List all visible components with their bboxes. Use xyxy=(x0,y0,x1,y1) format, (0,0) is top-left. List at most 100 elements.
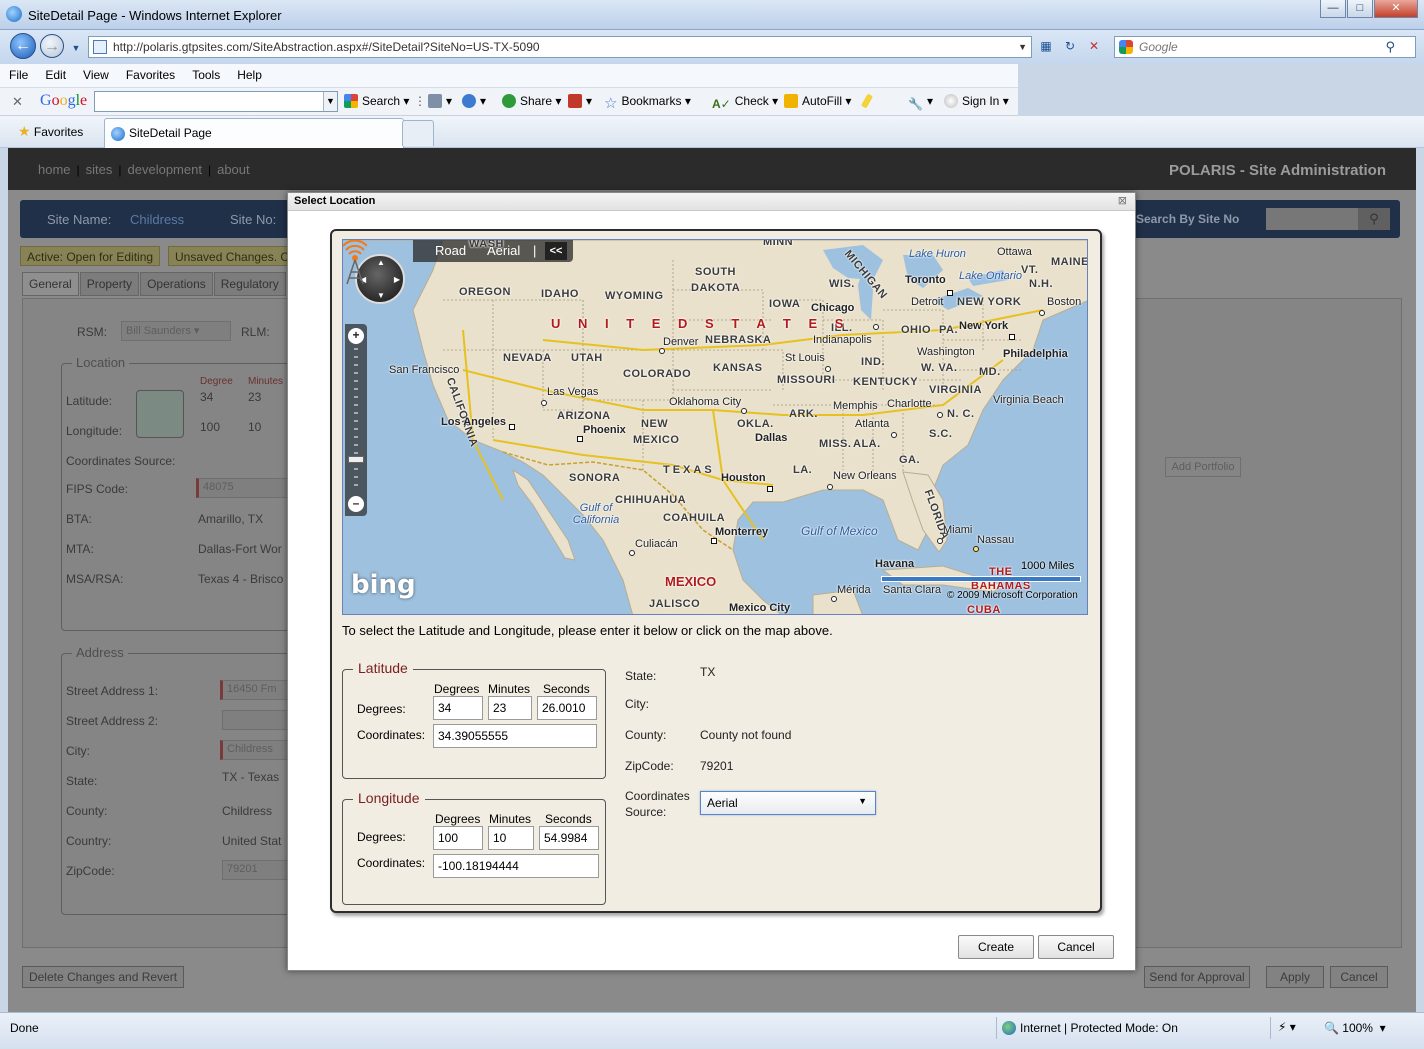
latitude-label: Latitude: xyxy=(66,394,113,408)
back-button[interactable]: ← xyxy=(10,33,36,59)
lon-minutes-input[interactable]: 10 xyxy=(488,826,534,850)
map-toggle-separator: | xyxy=(533,243,537,258)
lat-seconds-input[interactable]: 26.0010 xyxy=(537,696,597,720)
tab-general[interactable]: General xyxy=(22,272,79,296)
zoom-out-icon[interactable]: – xyxy=(348,496,364,512)
browser-tab[interactable]: SiteDetail Page xyxy=(104,118,404,148)
compatibility-icon[interactable]: ▦ xyxy=(1036,36,1056,56)
zoom-level[interactable]: 🔍 100% ▾ xyxy=(1324,1021,1386,1035)
city-marker xyxy=(831,596,837,602)
zip-label: ZipCode: xyxy=(66,864,115,878)
map-label: KENTUCKY xyxy=(853,376,919,388)
bookmarks-button[interactable]: ☆ Bookmarks ▾ xyxy=(604,94,691,112)
map-view[interactable]: Road Aerial | << ▲ ▼ ◀ ▶ + – WASH MINN S… xyxy=(342,239,1088,615)
tab-operations[interactable]: Operations xyxy=(140,272,213,296)
degrees-head: Degrees xyxy=(435,812,481,826)
stop-icon[interactable]: ✕ xyxy=(1084,36,1104,56)
map-label: MEXICO xyxy=(633,434,680,446)
add-portfolio-button[interactable]: Add Portfolio xyxy=(1165,457,1241,477)
sign-in-button[interactable]: Sign In ▾ xyxy=(944,94,1009,108)
popup-blocker-button[interactable]: ▾ xyxy=(428,94,452,108)
window-icon xyxy=(428,94,442,108)
close-toolbar-icon[interactable]: ✕ xyxy=(12,94,23,110)
lon-degrees-input[interactable]: 100 xyxy=(433,826,483,850)
autofill-button[interactable]: AutoFill ▾ xyxy=(784,94,851,108)
top-nav: home | sites | development | about POLARIS - S… xyxy=(8,148,1416,190)
lat-degrees-input[interactable]: 34 xyxy=(433,696,483,720)
apply-button[interactable]: Apply xyxy=(1266,966,1324,988)
lat-minutes-input[interactable]: 23 xyxy=(488,696,532,720)
google-toolbar: ✕ Google ▼ Search ▾ ⋮ ▾ ▾ Share ▾ ▾ ☆ Boo… xyxy=(0,88,1018,116)
fips-input[interactable]: 48075 xyxy=(196,478,296,498)
city-marker xyxy=(825,366,831,372)
history-dropdown-icon[interactable]: ▼ xyxy=(66,38,86,58)
address-bar[interactable]: http://polaris.gtpsites.com/SiteAbstract… xyxy=(88,36,1032,58)
menu-tools[interactable]: Tools xyxy=(183,64,228,82)
pan-down-icon[interactable]: ▼ xyxy=(377,291,385,300)
map-label: TEXAS xyxy=(663,464,715,476)
zoom-in-icon[interactable]: + xyxy=(348,328,364,344)
menu-file[interactable]: File xyxy=(0,64,36,82)
google-search-button[interactable]: Search ▾ xyxy=(344,94,409,108)
zoom-track[interactable] xyxy=(354,348,358,488)
lon-seconds-input[interactable]: 54.9984 xyxy=(539,826,599,850)
menu-edit[interactable]: Edit xyxy=(36,64,74,82)
address-legend: Address xyxy=(72,645,128,660)
map-label: KANSAS xyxy=(713,362,763,374)
favorites-button[interactable]: ★ Favorites xyxy=(18,123,83,140)
lon-coordinates-input[interactable]: -100.18194444 xyxy=(433,854,599,878)
revert-button[interactable]: Delete Changes and Revert xyxy=(22,966,184,988)
pan-up-icon[interactable]: ▲ xyxy=(377,258,385,267)
refresh-icon[interactable]: ↻ xyxy=(1060,36,1080,56)
security-zone[interactable]: Internet | Protected Mode: On xyxy=(1002,1021,1178,1035)
road-view-button[interactable]: Road xyxy=(435,243,466,258)
collapse-button[interactable]: << xyxy=(545,242,567,260)
forward-button[interactable]: → xyxy=(40,34,64,58)
rsm-select[interactable]: Bill Saunders ▾ xyxy=(121,321,231,341)
site-search-input[interactable] xyxy=(1266,208,1358,230)
pagerank-button[interactable]: ▾ xyxy=(568,94,592,108)
map-thumbnail-icon[interactable] xyxy=(136,390,184,438)
site-tower-pin-icon[interactable] xyxy=(343,240,367,284)
coords-source-select[interactable]: Aerial ▼ xyxy=(700,791,876,815)
bing-logo: bing xyxy=(351,570,416,600)
longitude-min: 10 xyxy=(248,420,262,434)
nav-home[interactable]: home xyxy=(32,148,77,177)
minimize-button[interactable]: — xyxy=(1320,0,1346,18)
add-button[interactable]: ▾ xyxy=(462,94,486,108)
menu-view[interactable]: View xyxy=(74,64,117,82)
site-search-button[interactable]: ⚲ xyxy=(1358,208,1390,230)
send-approval-button[interactable]: Send for Approval xyxy=(1144,966,1250,988)
nav-about[interactable]: about xyxy=(211,148,256,177)
create-button[interactable]: Create xyxy=(958,935,1034,959)
spell-check-button[interactable]: A✓ Check ▾ xyxy=(712,94,778,111)
pan-right-icon[interactable]: ▶ xyxy=(394,275,400,284)
settings-button[interactable]: 🔧 ▾ xyxy=(908,94,933,111)
tab-property[interactable]: Property xyxy=(79,272,140,296)
close-window-button[interactable]: ✕ xyxy=(1374,0,1418,18)
tab-regulatory[interactable]: Regulatory xyxy=(213,272,286,296)
nav-development[interactable]: development xyxy=(122,148,208,177)
nav-sites[interactable]: sites xyxy=(80,148,119,177)
search-icon[interactable]: ⚲ xyxy=(1385,37,1395,57)
bookmarks-label: Bookmarks xyxy=(621,94,682,108)
city-label: Houston xyxy=(721,472,766,484)
new-tab-button[interactable] xyxy=(402,120,434,146)
map-label: S.C. xyxy=(929,428,953,440)
search-box[interactable]: Google ⚲ xyxy=(1114,36,1416,58)
address-dropdown-icon[interactable]: ▼ xyxy=(1018,37,1027,57)
menu-help[interactable]: Help xyxy=(228,64,270,82)
cancel-button[interactable]: Cancel xyxy=(1038,935,1114,959)
pop-up-icon[interactable]: ⚡ ▾ xyxy=(1278,1020,1296,1034)
chevron-down-icon[interactable]: ▼ xyxy=(323,92,337,111)
lat-coordinates-input[interactable]: 34.39055555 xyxy=(433,724,597,748)
maximize-button[interactable]: □ xyxy=(1347,0,1373,18)
dialog-close-icon[interactable]: ⊠ xyxy=(1118,194,1127,207)
highlight-button[interactable] xyxy=(860,93,874,109)
google-search-input[interactable]: ▼ xyxy=(94,91,338,112)
menu-favorites[interactable]: Favorites xyxy=(117,64,183,82)
page-cancel-button[interactable]: Cancel xyxy=(1330,966,1388,988)
zoom-slider-handle[interactable] xyxy=(348,456,364,463)
share-button[interactable]: Share ▾ xyxy=(502,94,561,108)
country-label: Country: xyxy=(66,834,112,848)
